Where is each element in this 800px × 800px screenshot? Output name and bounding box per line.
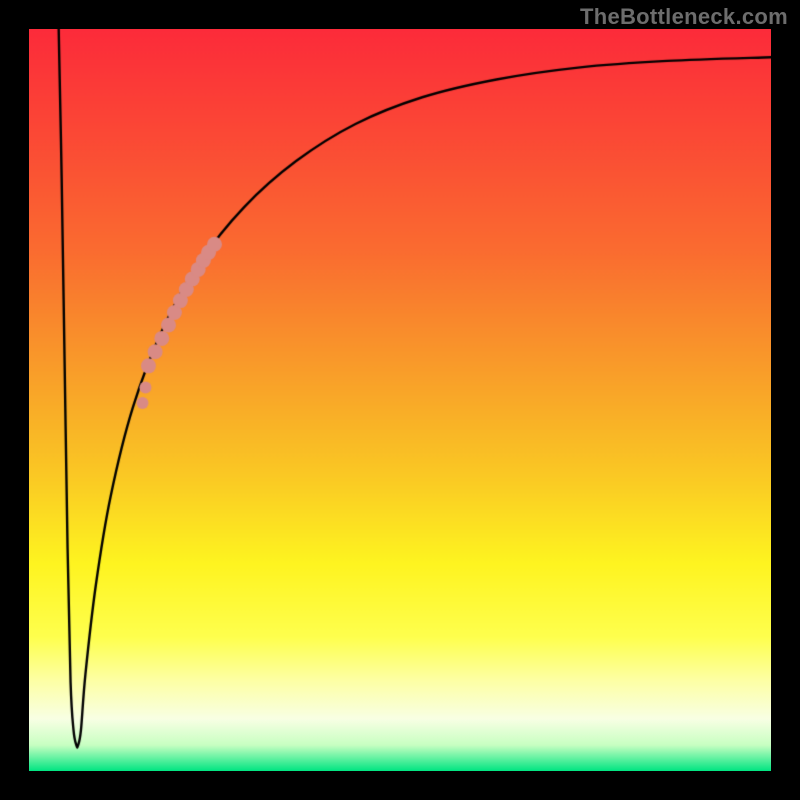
- highlight-markers: [29, 29, 771, 771]
- watermark-text: TheBottleneck.com: [580, 4, 788, 30]
- plot-area: [29, 29, 771, 771]
- chart-frame: TheBottleneck.com: [0, 0, 800, 800]
